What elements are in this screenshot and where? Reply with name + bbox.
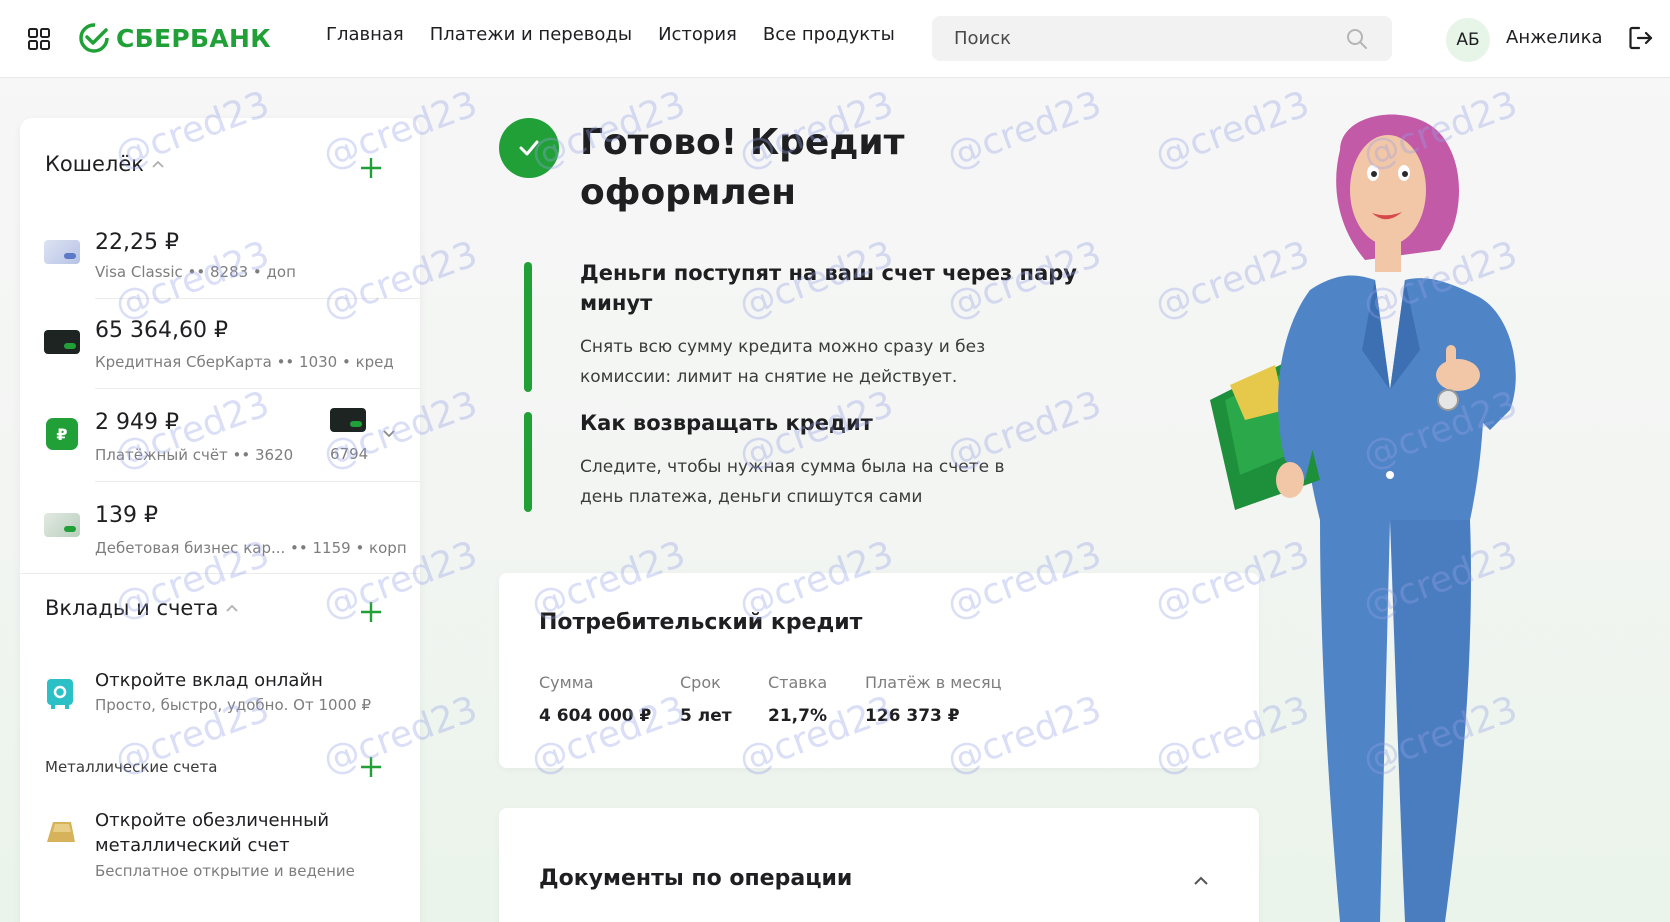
ruble-icon: ₽ — [46, 418, 78, 450]
add-metal-account-button[interactable] — [359, 755, 383, 779]
account-amount: 65 364,60 ₽ — [95, 318, 228, 343]
loan-summary-card: Потребительский кредит Сумма 4 604 000 ₽… — [499, 573, 1259, 768]
sber-logo-icon — [79, 23, 109, 53]
section-divider — [20, 573, 420, 574]
account-amount: 2 949 ₽ — [95, 410, 179, 435]
account-details: Кредитная СберКарта •• 1030 • кред — [95, 353, 394, 371]
chevron-down-icon[interactable] — [383, 430, 395, 438]
search-icon[interactable] — [1346, 28, 1368, 50]
open-metal-account-promo[interactable]: Откройте обезличенный металлический счет… — [20, 808, 420, 908]
loan-amount: Сумма 4 604 000 ₽ — [539, 673, 651, 726]
nav-payments[interactable]: Платежи и переводы — [430, 24, 632, 45]
nav-all-products[interactable]: Все продукты — [763, 24, 895, 45]
loan-rate-label: Ставка — [768, 673, 828, 692]
info-text: Следите, чтобы нужная сумма была на счет… — [580, 457, 1005, 507]
add-deposit-button[interactable] — [359, 600, 383, 624]
info-accent-bar — [524, 262, 532, 392]
nav-home[interactable]: Главная — [326, 24, 404, 45]
loan-term-value: 5 лет — [680, 706, 732, 726]
loan-payment-label: Платёж в месяц — [865, 673, 1002, 692]
loan-payment-value: 126 373 ₽ — [865, 706, 960, 726]
account-details: Платёжный счёт •• 3620 — [95, 446, 294, 464]
sberbank-logo[interactable]: СБЕРБАНК — [78, 18, 271, 58]
info-heading: Как возвращать кредит — [580, 411, 873, 435]
info-text: Снять всю сумму кредита можно сразу и бе… — [580, 337, 986, 387]
loan-amount-value: 4 604 000 ₽ — [539, 706, 652, 726]
metal-accounts-label: Металлические счета — [45, 758, 218, 776]
logout-icon[interactable] — [1628, 25, 1654, 51]
account-amount: 22,25 ₽ — [95, 230, 179, 255]
sidebar: Кошелёк 22,25 ₽ Visa Classic •• 8283 • д… — [20, 118, 420, 922]
loan-term-label: Срок — [680, 673, 721, 692]
linked-card-icon — [330, 408, 366, 432]
wallet-title: Кошелёк — [45, 152, 144, 176]
card-icon — [44, 240, 80, 264]
apps-grid-icon[interactable] — [28, 28, 50, 50]
watermark: @cred23 — [941, 83, 1107, 178]
top-header: СБЕРБАНК Главная Платежи и переводы Исто… — [0, 0, 1670, 78]
success-check-icon — [499, 118, 559, 178]
loan-title: Потребительский кредит — [539, 610, 863, 635]
open-deposit-promo[interactable]: Откройте вклад онлайн Просто, быстро, уд… — [20, 666, 420, 736]
search-input[interactable] — [932, 16, 1332, 61]
deposits-title: Вклады и счета — [45, 596, 219, 620]
account-item-business-card[interactable]: 139 ₽ Дебетовая бизнес кар... •• 1159 • … — [20, 481, 420, 571]
page-title: Готово! Кредит оформлен — [580, 122, 905, 213]
metal-promo-title: Откройте обезличенный металлический счет — [95, 810, 330, 856]
metal-promo-subtitle: Бесплатное открытие и ведение — [95, 862, 355, 880]
chevron-up-icon — [226, 604, 239, 612]
nav-history[interactable]: История — [658, 24, 737, 45]
card-icon — [44, 513, 80, 537]
add-wallet-button[interactable] — [359, 156, 383, 180]
account-item-visa[interactable]: 22,25 ₽ Visa Classic •• 8283 • доп — [20, 208, 420, 298]
loan-payment: Платёж в месяц 126 373 ₽ — [865, 673, 1001, 726]
account-item-credit-card[interactable]: 65 364,60 ₽ Кредитная СберКарта •• 1030 … — [20, 298, 420, 388]
linked-card-number: 6794 — [330, 445, 369, 463]
card-icon — [44, 330, 80, 354]
loan-amount-label: Сумма — [539, 673, 594, 692]
chevron-up-icon — [152, 160, 164, 168]
search-box — [932, 16, 1392, 61]
wallet-section-toggle[interactable]: Кошелёк — [45, 152, 164, 176]
safe-icon — [47, 679, 73, 709]
username[interactable]: Анжелика — [1506, 27, 1602, 48]
info-heading: Деньги поступят на ваш счет через пару м… — [580, 261, 1077, 315]
deposits-section-toggle[interactable]: Вклады и счета — [45, 596, 239, 620]
avatar[interactable]: АБ — [1446, 18, 1490, 62]
docs-title: Документы по операции — [539, 866, 853, 891]
account-details: Visa Classic •• 8283 • доп — [95, 263, 296, 281]
loan-rate: Ставка 21,7% — [768, 673, 827, 726]
logo-text: СБЕРБАНК — [116, 23, 271, 53]
loan-term: Срок 5 лет — [680, 673, 732, 726]
account-amount: 139 ₽ — [95, 503, 158, 528]
deposit-promo-subtitle: Просто, быстро, удобно. От 1000 ₽ — [95, 696, 371, 714]
loan-rate-value: 21,7% — [768, 706, 827, 726]
gold-bar-icon — [47, 822, 75, 842]
account-details: Дебетовая бизнес кар... •• 1159 • корп — [95, 539, 407, 557]
main-nav: Главная Платежи и переводы История Все п… — [326, 24, 895, 45]
info-accent-bar — [524, 412, 532, 512]
account-item-payment-account[interactable]: ₽ 2 949 ₽ Платёжный счёт •• 3620 6794 — [20, 388, 420, 478]
woman-character-illustration — [1210, 114, 1516, 922]
operation-documents-section[interactable]: Документы по операции — [499, 808, 1259, 922]
deposit-promo-title: Откройте вклад онлайн — [95, 670, 323, 691]
